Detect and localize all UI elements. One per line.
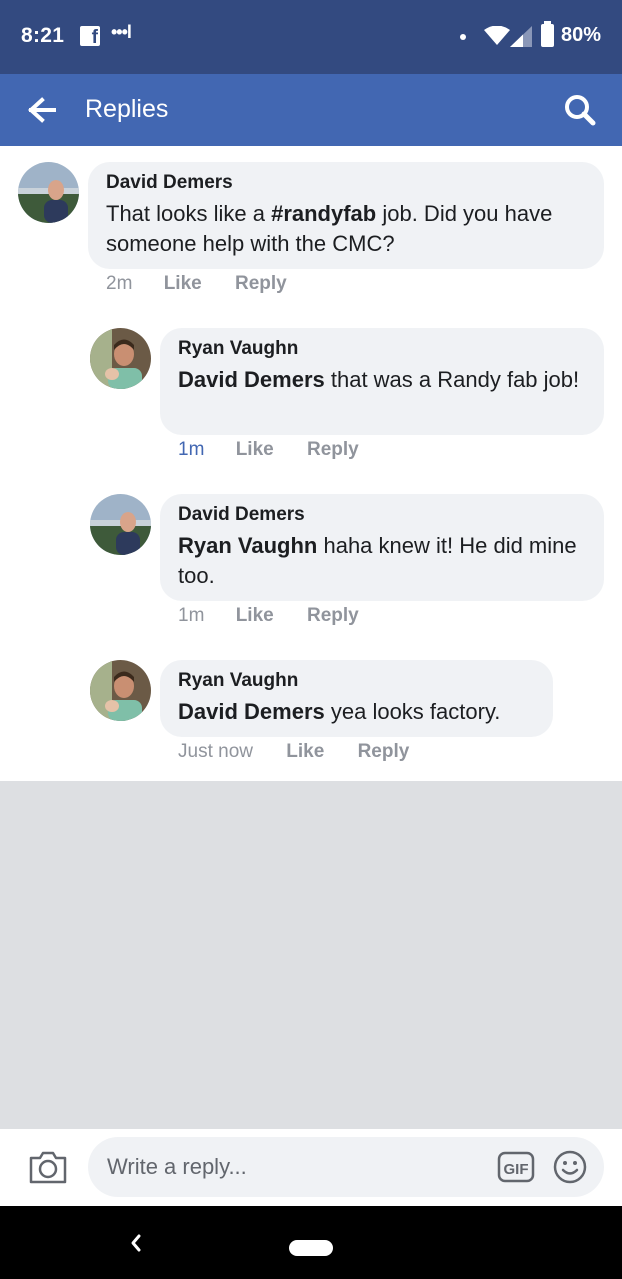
like-button[interactable]: Like	[286, 741, 324, 763]
comment-author[interactable]: David Demers	[106, 172, 586, 194]
comment-bubble: Ryan Vaughn David Demers yea looks facto…	[160, 660, 553, 737]
comment-meta: Just now Like Reply	[178, 741, 409, 763]
comment-text: Ryan Vaughn haha knew it! He did mine to…	[178, 531, 586, 591]
comment-bubble: Ryan Vaughn David Demers that was a Rand…	[160, 328, 604, 435]
avatar[interactable]	[90, 660, 151, 721]
reply-button[interactable]: Reply	[358, 741, 410, 763]
comment-text: That looks like a #randyfab job. Did you…	[106, 199, 586, 259]
comment-bubble: David Demers That looks like a #randyfab…	[88, 162, 604, 269]
status-dot-icon	[460, 34, 466, 40]
like-button[interactable]: Like	[164, 273, 202, 295]
comment-time: 2m	[106, 273, 133, 294]
signal-icon	[510, 26, 532, 47]
gif-label: GIF	[504, 1161, 529, 1178]
comment-time: 1m	[178, 439, 205, 460]
comment-meta: 1m Like Reply	[178, 439, 359, 461]
replies-list: David Demers That looks like a #randyfab…	[0, 146, 622, 781]
comment-bubble: David Demers Ryan Vaughn haha knew it! H…	[160, 494, 604, 601]
status-time: 8:21	[21, 24, 65, 47]
arrow-left-icon	[28, 97, 56, 123]
comment-text: David Demers that was a Randy fab job!	[178, 365, 586, 395]
camera-icon	[29, 1151, 67, 1184]
like-button[interactable]: Like	[236, 439, 274, 461]
mention-link[interactable]: David Demers	[178, 367, 325, 392]
emoji-button[interactable]	[553, 1150, 587, 1184]
reply-button[interactable]: Reply	[235, 273, 287, 295]
comment-author[interactable]: Ryan Vaughn	[178, 338, 586, 360]
gif-icon: GIF	[497, 1151, 535, 1183]
comment-time: 1m	[178, 605, 205, 626]
comment-meta: 1m Like Reply	[178, 605, 359, 627]
like-button[interactable]: Like	[236, 605, 274, 627]
battery-icon	[541, 21, 554, 47]
system-back-button[interactable]	[125, 1230, 145, 1256]
reply-button[interactable]: Reply	[307, 605, 359, 627]
comment-text: David Demers yea looks factory.	[178, 697, 535, 727]
facebook-icon: f	[80, 26, 100, 48]
comment-author[interactable]: David Demers	[178, 504, 586, 526]
back-button[interactable]	[22, 94, 62, 126]
reply-button[interactable]: Reply	[307, 439, 359, 461]
gif-button[interactable]: GIF	[497, 1151, 535, 1183]
avatar[interactable]	[90, 328, 151, 389]
comment-time: Just now	[178, 741, 253, 762]
comment-text-part: yea looks factory.	[324, 699, 501, 724]
mention-link[interactable]: Ryan Vaughn	[178, 533, 317, 558]
hashtag-link[interactable]: #randyfab	[271, 201, 376, 226]
avatar[interactable]	[90, 494, 151, 555]
system-home-button[interactable]	[289, 1240, 333, 1256]
app-bar: Replies	[0, 74, 622, 146]
notification-dots: •••l	[111, 22, 132, 42]
wifi-icon	[484, 26, 510, 45]
system-nav-bar	[0, 1206, 622, 1279]
battery-percent: 80%	[561, 24, 602, 46]
comment-text-part: that was a Randy fab job!	[324, 367, 580, 392]
search-button[interactable]	[560, 92, 600, 128]
comment-text-part: That looks like a	[106, 201, 272, 226]
comment-author[interactable]: Ryan Vaughn	[178, 670, 535, 692]
search-icon	[565, 95, 596, 126]
smiley-icon	[553, 1150, 587, 1184]
camera-button[interactable]	[28, 1149, 68, 1185]
chevron-left-icon	[131, 1234, 141, 1252]
comment-meta: 2m Like Reply	[106, 273, 287, 295]
status-bar: 8:21 f •••l 80%	[0, 0, 622, 74]
reply-composer: GIF	[0, 1129, 622, 1206]
page-title: Replies	[85, 95, 169, 123]
avatar[interactable]	[18, 162, 79, 223]
mention-link[interactable]: David Demers	[178, 699, 325, 724]
